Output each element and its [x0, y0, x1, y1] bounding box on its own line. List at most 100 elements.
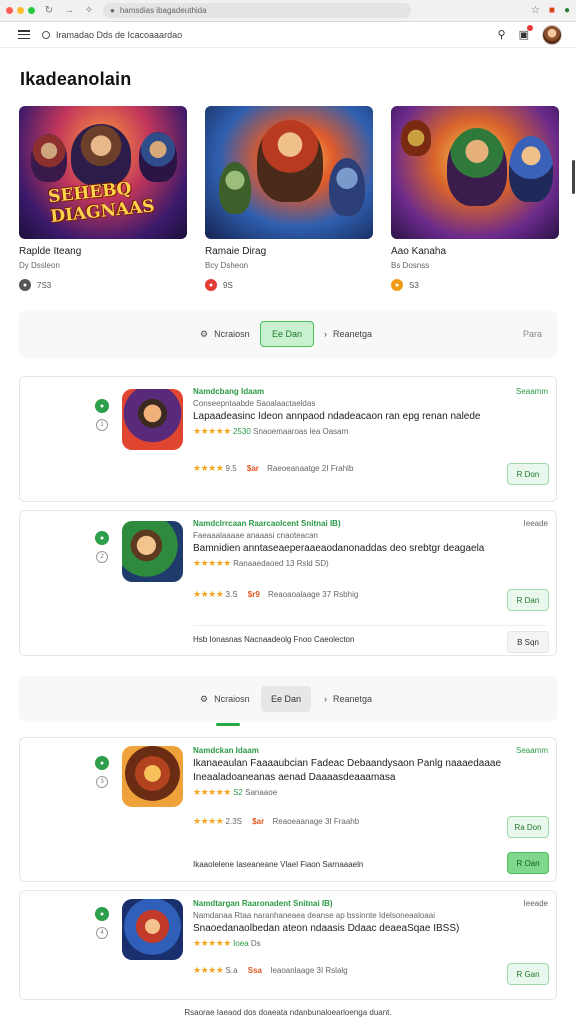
- list-item[interactable]: ● 4 Namdtargan Raaronadent Snitnai IB) N…: [19, 890, 557, 1000]
- featured-image[interactable]: [205, 106, 373, 239]
- price-label: $ar: [246, 464, 259, 473]
- item-note: Hsb Ionasnas Nacnaadeolg Fnoo Caeolecton: [193, 635, 355, 644]
- search-icon[interactable]: ⚲: [498, 28, 506, 41]
- rank-ring-icon: 2: [96, 551, 108, 563]
- stars-badge: Ioea: [233, 939, 249, 948]
- rank-badge-icon: ●: [95, 399, 109, 413]
- stars-badge: S2: [233, 788, 243, 797]
- item-footer: Raeoeanaatge 2I Frahlb: [267, 464, 354, 473]
- rank-badge-icon: ●: [95, 756, 109, 770]
- filter-option[interactable]: › Reanetga: [324, 694, 372, 704]
- item-subtitle: Conseepntaabde Saoalaactaeldas: [193, 399, 316, 408]
- app-icon[interactable]: [122, 521, 183, 582]
- menu-icon[interactable]: [18, 30, 30, 39]
- rating-value: 2.3S: [225, 817, 242, 826]
- featured-image[interactable]: SEHEBQ DIAGNAAS: [19, 106, 187, 239]
- filter-active-button[interactable]: Ee Dan: [261, 686, 311, 712]
- app-icon[interactable]: [122, 746, 183, 807]
- filter-bar: ⚙ Ncraiosn Ee Dan › Reanetga Para: [18, 310, 558, 358]
- get-button[interactable]: R Gan: [507, 963, 549, 985]
- item-title[interactable]: Snaoedanaolbedan ateon ndaasis Ddaac dea…: [193, 923, 546, 934]
- list-item[interactable]: ● 2 Namdclrrcaan Raarcaolcent Snitnai IB…: [19, 510, 557, 656]
- star-rating-icon: ★★★★★: [193, 787, 231, 797]
- featured-card[interactable]: SEHEBQ DIAGNAAS Raplde Iteang Dy Dssleon…: [19, 106, 187, 291]
- rank-badge-icon: ●: [95, 531, 109, 545]
- reload-icon[interactable]: ↻: [43, 5, 55, 16]
- item-title[interactable]: Ineaaladoaneanas aenad Daaaasdeaaamasa: [193, 772, 546, 783]
- rank-ring-icon: 4: [96, 927, 108, 939]
- star-rating-icon: ★★★★: [193, 816, 224, 826]
- rank-ring-icon: 1: [96, 419, 108, 431]
- featured-card[interactable]: Aao Kanaha Bs Dosnss ● S3: [391, 106, 559, 291]
- featured-card[interactable]: Ramaie Dirag Bcy Dsheon ● 9S: [205, 106, 373, 291]
- star-rating-icon: ★★★★★: [193, 558, 231, 568]
- publisher-name[interactable]: Namdckan Idaam: [193, 746, 546, 755]
- app-icon[interactable]: [122, 899, 183, 960]
- filter-icon: ⚙: [200, 328, 209, 339]
- get-button[interactable]: Ra Don: [507, 816, 549, 838]
- avatar[interactable]: [542, 24, 562, 45]
- profile-icon[interactable]: ●: [564, 5, 570, 16]
- shield-icon[interactable]: ■: [549, 5, 555, 16]
- publisher-name[interactable]: Namdcbang Idaam: [193, 387, 546, 396]
- app-icon[interactable]: [122, 389, 183, 450]
- featured-meta: S3: [409, 280, 419, 290]
- filter-bar: ⚙ Ncraiosn Ee Dan › Reanetga: [18, 676, 558, 722]
- extensions-icon[interactable]: ✧: [83, 5, 95, 16]
- featured-subtitle: Bcy Dsheon: [205, 261, 249, 270]
- filter-corner-label[interactable]: Para: [523, 329, 542, 339]
- address-bar[interactable]: ● hamsdias ibagadeuthida: [103, 3, 411, 18]
- item-subtitle: Namdanaa Rtaa naranhaneaea deanse ap bss…: [193, 911, 435, 920]
- cart-icon[interactable]: ▣: [519, 25, 533, 41]
- forward-icon[interactable]: →: [63, 5, 75, 16]
- price-label: Ssa: [247, 966, 262, 975]
- featured-image[interactable]: [391, 106, 559, 239]
- item-footer: Ieaoanlaage 3I Rslalg: [270, 966, 348, 975]
- stars-badge: 2530: [233, 427, 251, 436]
- featured-title[interactable]: Ramaie Dirag: [205, 246, 373, 257]
- featured-carousel: SEHEBQ DIAGNAAS Raplde Iteang Dy Dssleon…: [19, 106, 559, 291]
- item-footer: Reaoaoalaage 37 Rsbhig: [268, 590, 359, 599]
- item-title[interactable]: Bamnidien anntaseaeperaaeaodanonaddas de…: [193, 543, 546, 554]
- lock-icon: ●: [110, 6, 115, 15]
- star-rating-icon: ★★★★: [193, 589, 224, 599]
- star-rating-icon: ★★★★★: [193, 938, 231, 948]
- filter-label: Reanetga: [333, 329, 373, 339]
- stars-line: Ranaaedaoed 13 Rsld SD): [233, 559, 329, 568]
- gamepad-icon: ●: [391, 279, 403, 291]
- item-title[interactable]: Lapaadeasinc Ideon annpaod ndadeacaon ra…: [193, 411, 546, 422]
- filter-option[interactable]: ⚙ Ncraiosn: [200, 329, 250, 340]
- publisher-name[interactable]: Namdclrrcaan Raarcaolcent Snitnai IB): [193, 519, 546, 528]
- rating-value: S.a: [225, 966, 238, 975]
- rating-value: 3.S: [225, 590, 238, 599]
- minimize-window-dot[interactable]: [17, 7, 24, 14]
- close-window-dot[interactable]: [6, 7, 13, 14]
- publisher-name[interactable]: Namdtargan Raaronadent Snitnai IB): [193, 899, 546, 908]
- featured-title[interactable]: Raplde Iteang: [19, 246, 187, 257]
- filter-option[interactable]: ⚙ Ncraiosn: [200, 694, 250, 705]
- gamepad-icon: ●: [19, 279, 31, 291]
- list-item[interactable]: ● 1 Namdcbang Idaam Conseepntaabde Saoal…: [19, 376, 557, 502]
- chevron-right-icon: ›: [324, 694, 327, 704]
- bookmark-icon[interactable]: ☆: [531, 5, 540, 16]
- item-corner-label: Seaamm: [515, 746, 548, 755]
- star-rating-icon: ★★★★: [193, 463, 224, 473]
- get-button[interactable]: R Don: [507, 463, 549, 485]
- scrollbar-thumb[interactable]: [572, 160, 575, 194]
- maximize-window-dot[interactable]: [28, 7, 35, 14]
- get-button[interactable]: R Dan: [507, 589, 549, 611]
- list-item[interactable]: ● 3 Namdckan Idaam Ikanaeaulan Faaaaubci…: [19, 737, 557, 882]
- featured-title[interactable]: Aao Kanaha: [391, 246, 559, 257]
- rating-value: 9.5: [225, 464, 237, 473]
- primary-get-button[interactable]: R Oan: [507, 852, 549, 874]
- app-title: Iramadao Dds de Icacoaaardao: [56, 29, 183, 40]
- price-label: $r9: [247, 590, 260, 599]
- filter-label: Reanetga: [333, 694, 373, 704]
- filter-option[interactable]: › Reanetga: [324, 329, 372, 339]
- item-note: Ikaaolelene Iaseaneane Vlael Fiaon Sarna…: [193, 860, 364, 869]
- footer-text: Rsaorae Iaeaod dos doaeata ndanbunaloear…: [184, 1008, 392, 1017]
- sign-button[interactable]: B Sqn: [507, 631, 549, 653]
- active-tab-indicator: [216, 723, 240, 726]
- filter-active-button[interactable]: Ee Dan: [260, 321, 314, 347]
- stars-line: Ds: [250, 939, 261, 948]
